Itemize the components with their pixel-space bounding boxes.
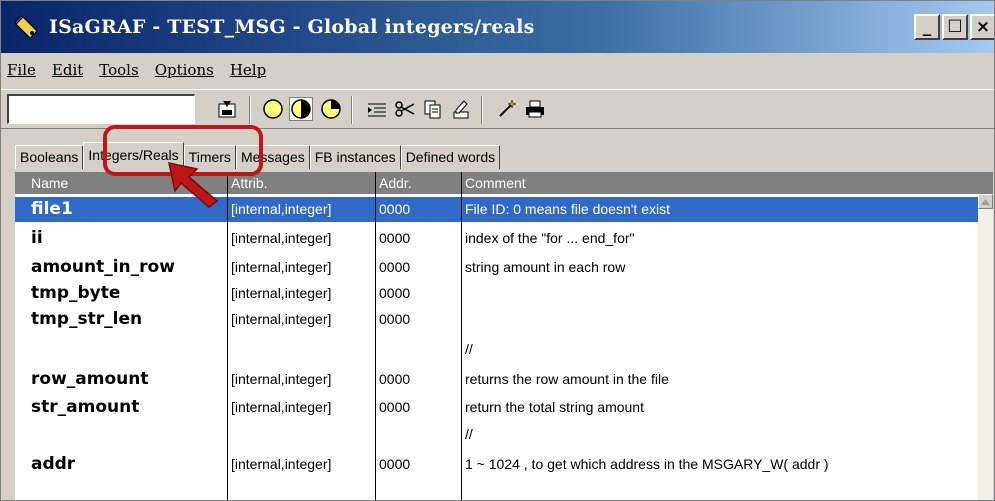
var-comment: 1 ~ 1024 , to get which address in the M… bbox=[465, 456, 829, 472]
magic-wand-icon[interactable] bbox=[495, 97, 519, 121]
var-addr: 0000 bbox=[379, 201, 411, 217]
table-row[interactable]: tmp_str_len [internal,integer] 0000 bbox=[15, 307, 978, 332]
var-attrib: [internal,integer] bbox=[231, 259, 332, 275]
table-row[interactable]: addr [internal,integer] 0000 1 ~ 1024 , … bbox=[15, 452, 978, 477]
variables-grid: Name Attrib. Addr. Comment file1 [intern… bbox=[15, 172, 993, 500]
print-icon[interactable] bbox=[523, 97, 547, 121]
var-addr: 0000 bbox=[379, 285, 411, 301]
var-attrib: [internal,integer] bbox=[231, 311, 332, 327]
column-divider[interactable] bbox=[375, 172, 376, 500]
var-addr: 0000 bbox=[379, 399, 411, 415]
var-addr: 0000 bbox=[379, 311, 411, 327]
window-title: ISaGRAF - TEST_MSG - Global integers/rea… bbox=[49, 16, 535, 38]
var-name: addr bbox=[31, 454, 76, 474]
scroll-up-button[interactable] bbox=[978, 194, 993, 209]
table-row[interactable]: // bbox=[15, 337, 978, 362]
var-attrib: [internal,integer] bbox=[231, 201, 332, 217]
table-row[interactable]: // bbox=[15, 422, 978, 447]
circle-empty-icon[interactable] bbox=[261, 97, 285, 121]
var-comment: returns the row amount in the file bbox=[465, 371, 669, 387]
vertical-scrollbar[interactable] bbox=[978, 194, 993, 500]
var-attrib: [internal,integer] bbox=[231, 230, 332, 246]
var-addr: 0000 bbox=[379, 371, 411, 387]
menu-help[interactable]: Help bbox=[230, 61, 266, 79]
column-divider[interactable] bbox=[461, 172, 462, 500]
var-name: ii bbox=[31, 228, 43, 248]
var-addr: 0000 bbox=[379, 230, 411, 246]
title-bar[interactable]: ISaGRAF - TEST_MSG - Global integers/rea… bbox=[1, 1, 994, 53]
tab-messages[interactable]: Messages bbox=[235, 145, 310, 169]
scissors-icon[interactable] bbox=[393, 97, 417, 121]
var-comment: // bbox=[465, 426, 473, 442]
grid-header: Name Attrib. Addr. Comment bbox=[15, 172, 993, 194]
column-divider[interactable] bbox=[227, 172, 228, 500]
maximize-button[interactable]: ☐ bbox=[942, 14, 968, 40]
var-name: amount_in_row bbox=[31, 257, 175, 277]
var-attrib: [internal,integer] bbox=[231, 285, 332, 301]
arrow-up-icon bbox=[981, 198, 990, 205]
var-addr: 0000 bbox=[379, 456, 411, 472]
table-row[interactable]: row_amount [internal,integer] 0000 retur… bbox=[15, 367, 978, 392]
var-comment: // bbox=[465, 341, 473, 357]
menu-bar: File Edit Tools Options Help bbox=[1, 56, 994, 84]
tab-defined-words[interactable]: Defined words bbox=[400, 145, 501, 169]
table-row[interactable]: str_amount [internal,integer] 0000 retur… bbox=[15, 395, 978, 420]
close-button[interactable]: × bbox=[970, 14, 994, 40]
table-row[interactable]: amount_in_row [internal,integer] 0000 st… bbox=[15, 255, 978, 280]
tab-booleans[interactable]: Booleans bbox=[15, 145, 84, 169]
app-window: ISaGRAF - TEST_MSG - Global integers/rea… bbox=[0, 0, 995, 501]
menu-tools[interactable]: Tools bbox=[99, 61, 138, 79]
toolbar bbox=[1, 89, 994, 129]
menu-options[interactable]: Options bbox=[155, 61, 214, 79]
list-indent-icon[interactable] bbox=[365, 97, 389, 121]
pointer-arrow-icon bbox=[168, 162, 219, 208]
column-header-attrib[interactable]: Attrib. bbox=[231, 175, 268, 191]
copy-icon[interactable] bbox=[421, 97, 445, 121]
circle-clock-icon[interactable] bbox=[319, 97, 343, 121]
var-comment: return the total string amount bbox=[465, 399, 644, 415]
table-row[interactable]: file1 [internal,integer] 0000 File ID: 0… bbox=[15, 197, 978, 222]
isagraf-app-icon bbox=[14, 15, 38, 39]
column-header-name[interactable]: Name bbox=[31, 175, 68, 191]
var-addr: 0000 bbox=[379, 259, 411, 275]
var-name: row_amount bbox=[31, 369, 149, 389]
circle-half-icon[interactable] bbox=[289, 97, 313, 121]
minimize-button[interactable]: _ bbox=[914, 14, 940, 40]
table-row[interactable]: tmp_byte [internal,integer] 0000 bbox=[15, 281, 978, 306]
table-row[interactable]: ii [internal,integer] 0000 index of the … bbox=[15, 226, 978, 251]
column-header-addr[interactable]: Addr. bbox=[379, 175, 412, 191]
column-header-comment[interactable]: Comment bbox=[465, 175, 526, 191]
var-attrib: [internal,integer] bbox=[231, 371, 332, 387]
save-icon[interactable] bbox=[215, 97, 239, 121]
variable-search-input[interactable] bbox=[7, 94, 195, 124]
var-attrib: [internal,integer] bbox=[231, 399, 332, 415]
menu-file[interactable]: File bbox=[7, 61, 36, 79]
tab-fb-instances[interactable]: FB instances bbox=[309, 145, 401, 169]
var-comment: File ID: 0 means file doesn't exist bbox=[465, 201, 670, 217]
var-name: str_amount bbox=[31, 397, 140, 417]
var-name: tmp_str_len bbox=[31, 309, 143, 329]
var-name: file1 bbox=[31, 199, 73, 219]
menu-edit[interactable]: Edit bbox=[52, 61, 83, 79]
var-attrib: [internal,integer] bbox=[231, 456, 332, 472]
tab-strip: Booleans Integers/Reals Timers Messages … bbox=[15, 142, 501, 169]
var-comment: index of the "for ... end_for" bbox=[465, 230, 635, 246]
var-name: tmp_byte bbox=[31, 283, 121, 303]
paste-icon[interactable] bbox=[449, 97, 473, 121]
var-comment: string amount in each row bbox=[465, 259, 626, 275]
